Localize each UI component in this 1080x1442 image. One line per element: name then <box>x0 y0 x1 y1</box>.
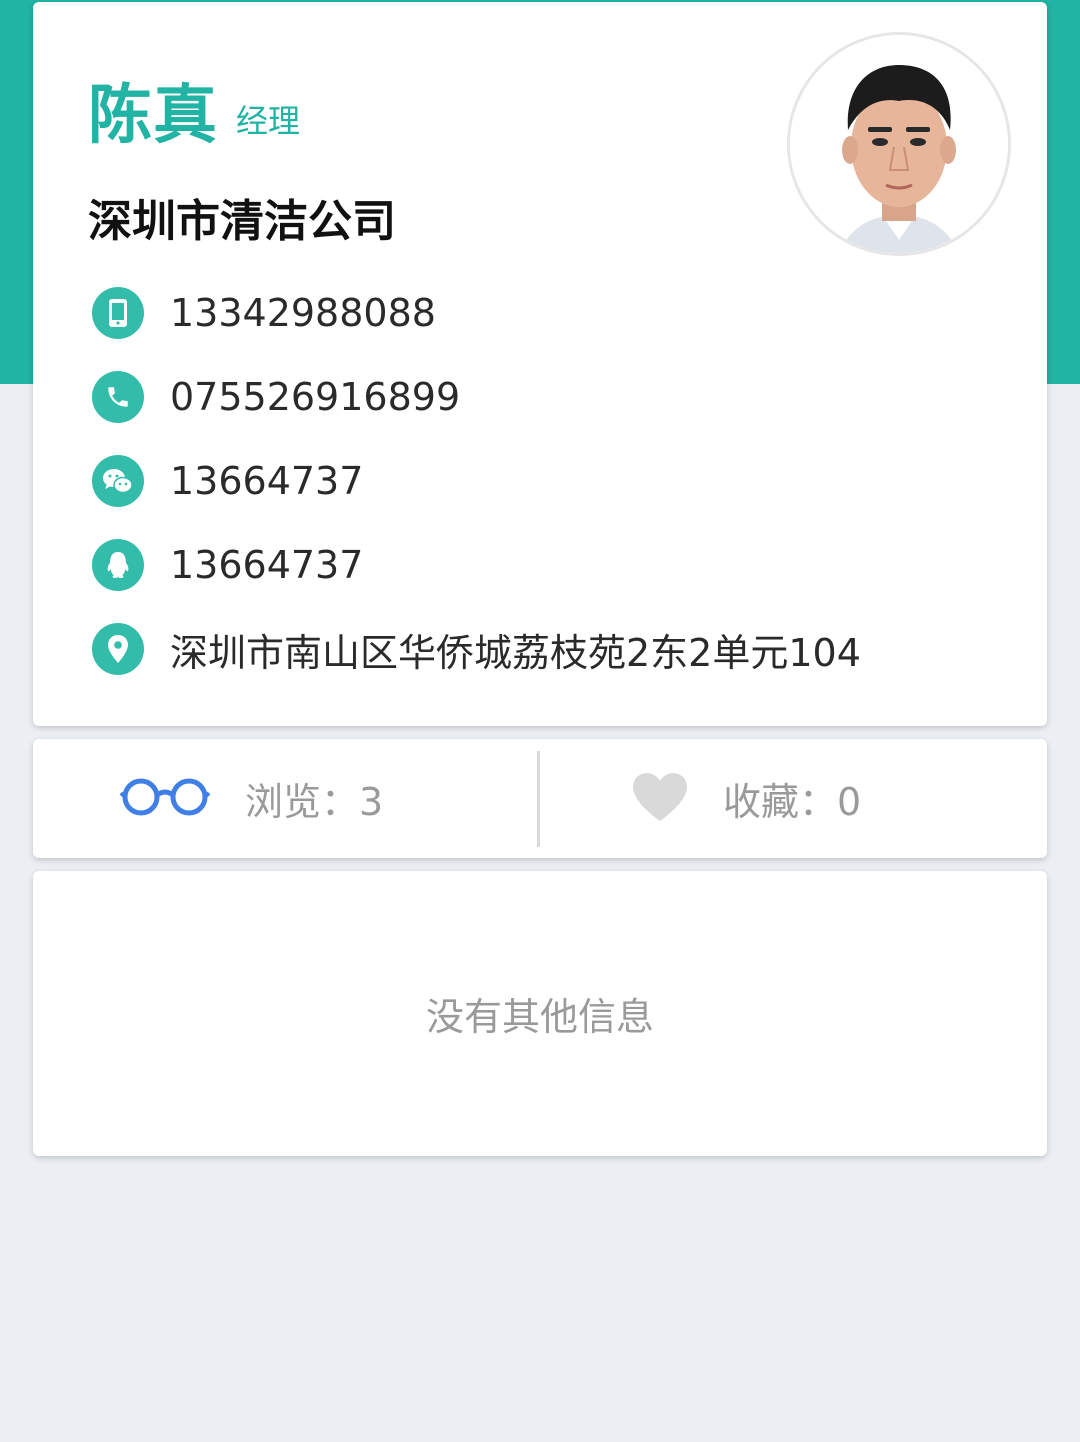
glasses-icon <box>119 775 211 823</box>
avatar-photo <box>790 35 1008 253</box>
empty-message: 没有其他信息 <box>425 995 654 1039</box>
avatar[interactable] <box>787 32 1011 256</box>
person-name: 陈真 <box>88 79 218 153</box>
person-role: 经理 <box>236 102 301 140</box>
telephone-number: 075526916899 <box>170 375 461 419</box>
stats-card: 浏览：3 收藏：0 <box>33 739 1047 858</box>
mobile-row[interactable]: 13342988088 <box>92 285 436 341</box>
telephone-row[interactable]: 075526916899 <box>92 369 460 425</box>
favorites-label: 收藏：0 <box>723 780 862 824</box>
address-row[interactable]: 深圳市南山区华侨城荔枝苑2东2单元104 <box>92 621 861 677</box>
other-info-card: 没有其他信息 <box>33 871 1047 1156</box>
profile-card: 陈真 经理 深圳市清洁公司 13342988088 075526916899 1… <box>33 2 1047 726</box>
stats-divider <box>537 751 540 847</box>
mobile-number: 13342988088 <box>170 291 436 335</box>
location-pin-icon <box>92 623 144 675</box>
views-stat[interactable]: 浏览：3 <box>119 739 383 858</box>
address-text: 深圳市南山区华侨城荔枝苑2东2单元104 <box>170 630 861 675</box>
wechat-icon <box>92 455 144 507</box>
company-name: 深圳市清洁公司 <box>88 196 396 247</box>
qq-number: 13664737 <box>170 543 364 587</box>
heart-icon <box>631 771 689 827</box>
favorites-stat[interactable]: 收藏：0 <box>631 739 861 858</box>
qq-row[interactable]: 13664737 <box>92 537 363 593</box>
telephone-icon <box>92 371 144 423</box>
qq-icon <box>92 539 144 591</box>
wechat-row[interactable]: 13664737 <box>92 453 363 509</box>
views-label: 浏览：3 <box>245 780 384 824</box>
wechat-id: 13664737 <box>170 459 364 503</box>
mobile-phone-icon <box>92 287 144 339</box>
